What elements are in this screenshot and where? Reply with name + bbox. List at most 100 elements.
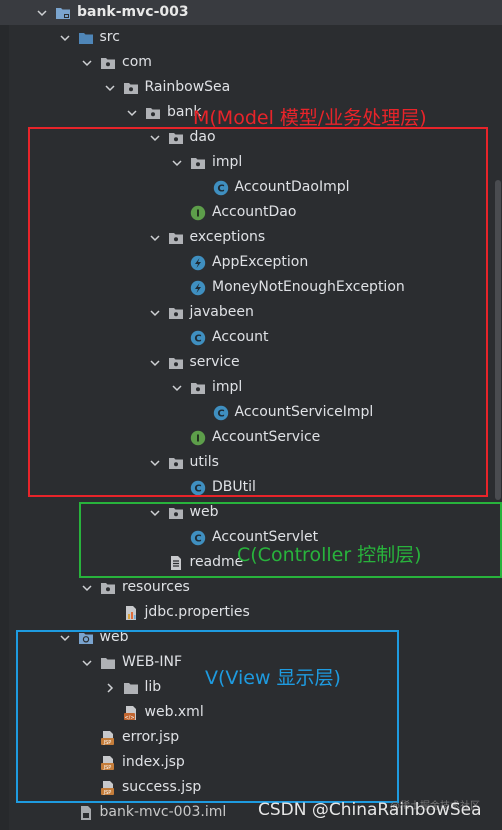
tree-item[interactable]: impl (0, 150, 502, 175)
tree-item[interactable]: C AccountDaoImpl (0, 175, 502, 200)
tree-item[interactable]: web (0, 500, 502, 525)
tree-item[interactable]: utils (0, 450, 502, 475)
tree-item[interactable]: web (0, 625, 502, 650)
class-icon: C (213, 405, 229, 421)
exception-class-icon (190, 280, 206, 296)
svg-text:C: C (194, 333, 201, 344)
chevron-down-icon[interactable] (148, 506, 162, 520)
tree-item[interactable]: service (0, 350, 502, 375)
package-icon (100, 55, 116, 71)
module-folder-icon (55, 5, 71, 21)
tree-item[interactable]: RainbowSea (0, 75, 502, 100)
package-icon (100, 580, 116, 596)
package-icon (190, 155, 206, 171)
chevron-down-icon[interactable] (148, 456, 162, 470)
package-icon (168, 230, 184, 246)
interface-icon: I (190, 205, 206, 221)
tree-item[interactable]: JSP index.jsp (0, 750, 502, 775)
folder-icon (100, 655, 116, 671)
chevron-down-icon[interactable] (148, 231, 162, 245)
chevron-down-icon[interactable] (148, 356, 162, 370)
view-annotation: V(View 显示层) (205, 667, 341, 689)
tree-item[interactable]: exceptions (0, 225, 502, 250)
tree-item-label: web (189, 504, 219, 520)
chevron-down-icon[interactable] (148, 306, 162, 320)
class-icon: C (190, 480, 206, 496)
tree-item[interactable]: </> web.xml (0, 700, 502, 725)
tree-item[interactable]: resources (0, 575, 502, 600)
chevron-right-icon[interactable] (103, 681, 117, 695)
tree-item[interactable]: bank-mvc-003 (0, 0, 502, 25)
tree-item-label: web (99, 629, 129, 645)
package-icon (123, 80, 139, 96)
tree-item[interactable]: I AccountService (0, 425, 502, 450)
chevron-down-icon[interactable] (80, 581, 94, 595)
chevron-down-icon[interactable] (125, 106, 139, 120)
chevron-down-icon[interactable] (170, 381, 184, 395)
svg-text:JSP: JSP (103, 765, 112, 771)
chevron-down-icon[interactable] (103, 81, 117, 95)
chevron-down-icon[interactable] (80, 656, 94, 670)
tree-item-label: RainbowSea (144, 79, 231, 95)
web-folder-icon (78, 630, 94, 646)
tree-item[interactable]: javabeen (0, 300, 502, 325)
package-icon (168, 455, 184, 471)
tree-item-label: lib (144, 679, 162, 695)
tree-item[interactable]: AppException (0, 250, 502, 275)
tree-item[interactable]: C AccountServiceImpl (0, 400, 502, 425)
tree-item[interactable]: com (0, 50, 502, 75)
tree-item-label: bank-mvc-003 (77, 4, 189, 20)
tree-item-label: bank-mvc-003.iml (99, 804, 227, 820)
chevron-down-icon[interactable] (58, 31, 72, 45)
tree-item-label: impl (212, 379, 243, 395)
tree-item-label: AppException (212, 254, 309, 270)
model-annotation: M(Model 模型/业务处理层) (193, 107, 427, 129)
tree-item-label: service (189, 354, 240, 370)
chevron-down-icon[interactable] (148, 131, 162, 145)
chevron-down-icon[interactable] (80, 56, 94, 70)
package-icon (168, 305, 184, 321)
package-icon (190, 380, 206, 396)
class-icon: C (190, 530, 206, 546)
chevron-down-icon[interactable] (170, 156, 184, 170)
svg-text:I: I (196, 433, 200, 444)
tree-item-label: web.xml (144, 704, 204, 720)
tree-item[interactable]: MoneyNotEnoughException (0, 275, 502, 300)
interface-icon: I (190, 430, 206, 446)
chevron-down-icon[interactable] (58, 631, 72, 645)
vertical-scrollbar[interactable] (495, 180, 501, 500)
tree-item[interactable]: src (0, 25, 502, 50)
svg-text:I: I (196, 208, 200, 219)
chevron-down-icon[interactable] (35, 6, 49, 20)
tree-item[interactable]: JSP error.jsp (0, 725, 502, 750)
tree-item[interactable]: I AccountDao (0, 200, 502, 225)
tree-item-label: jdbc.properties (144, 604, 250, 620)
tree-item-label: AccountService (212, 429, 321, 445)
tree-item[interactable]: C DBUtil (0, 475, 502, 500)
properties-file-icon (123, 605, 139, 621)
tree-item[interactable]: C Account (0, 325, 502, 350)
watermark: CSDN @ChinaRainbowSea (258, 800, 482, 820)
svg-text:C: C (217, 408, 224, 419)
svg-text:C: C (194, 483, 201, 494)
class-icon: C (190, 330, 206, 346)
package-icon (168, 355, 184, 371)
tree-item[interactable]: impl (0, 375, 502, 400)
tree-item-label: AccountDaoImpl (234, 179, 350, 195)
tree-item[interactable]: jdbc.properties (0, 600, 502, 625)
tree-item-label: readme (189, 554, 244, 570)
jsp-file-icon: JSP (100, 755, 116, 771)
xml-file-icon: </> (123, 705, 139, 721)
tree-item-label: WEB-INF (122, 654, 182, 670)
iml-file-icon (78, 805, 94, 821)
tree-item-label: com (122, 54, 152, 70)
